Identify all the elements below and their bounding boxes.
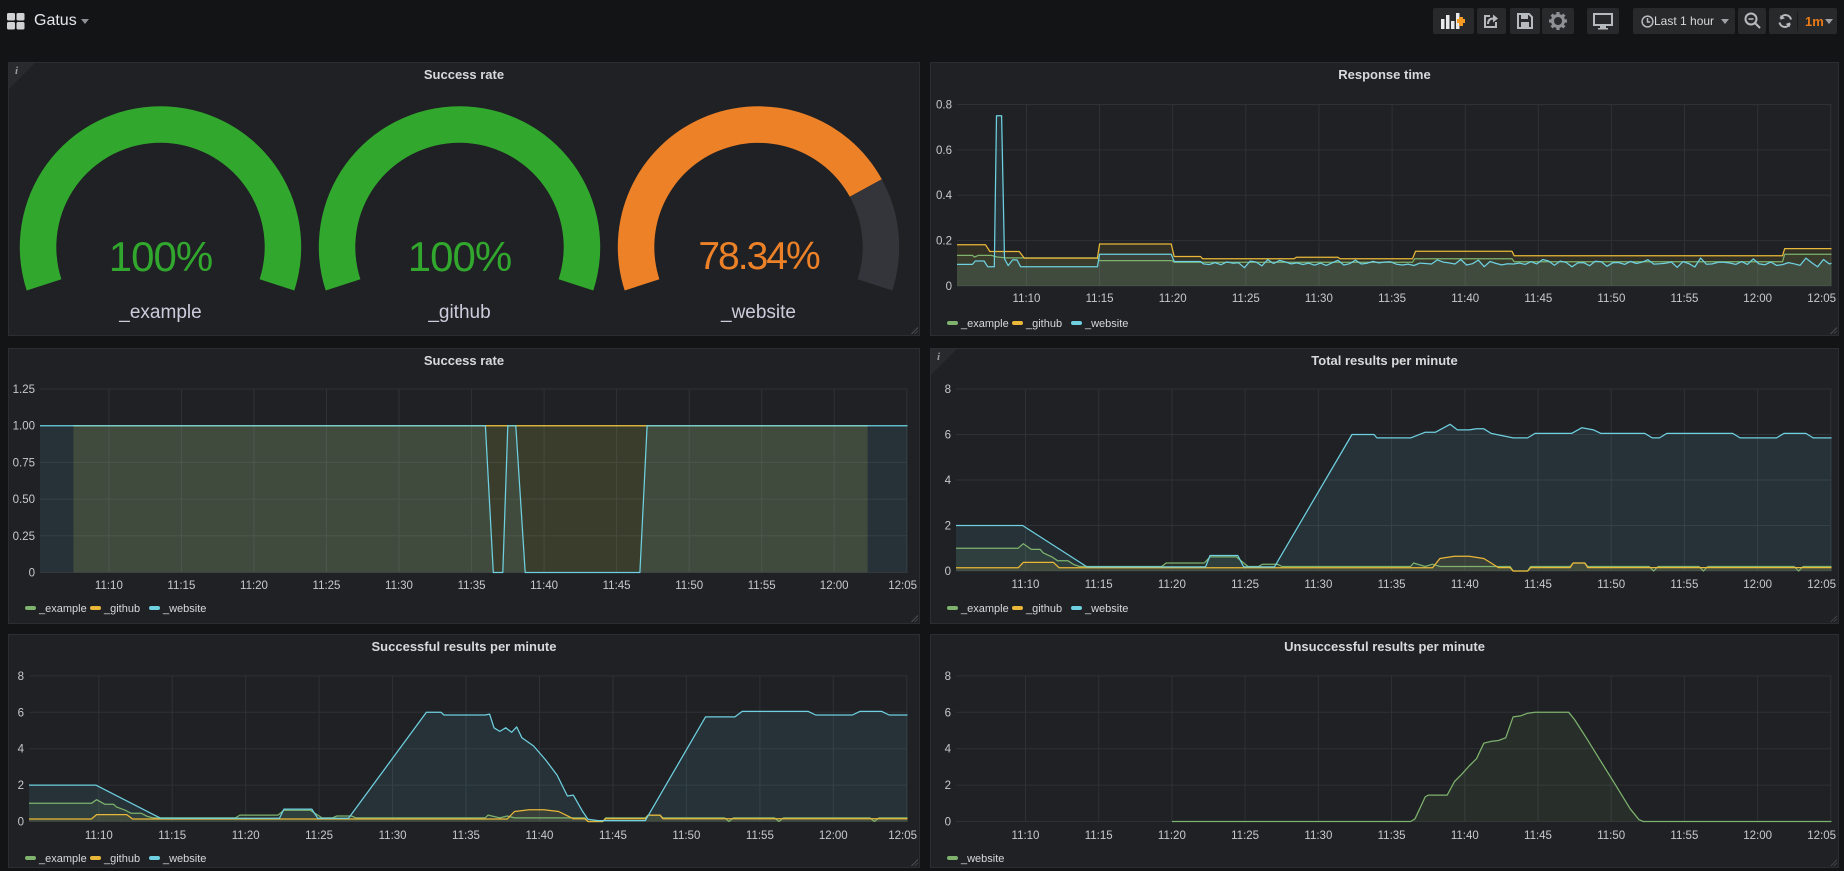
svg-text:0.8: 0.8: [936, 100, 952, 112]
svg-text:11:45: 11:45: [1524, 293, 1552, 305]
svg-text:6: 6: [945, 707, 951, 719]
svg-text:11:10: 11:10: [95, 580, 123, 592]
svg-text:_example: _example: [38, 853, 87, 865]
svg-text:11:40: 11:40: [1451, 579, 1479, 591]
svg-text:11:10: 11:10: [85, 830, 113, 842]
svg-text:11:15: 11:15: [158, 830, 186, 842]
svg-text:_website: _website: [960, 853, 1004, 865]
svg-text:6: 6: [18, 707, 24, 719]
svg-text:1.00: 1.00: [13, 421, 35, 433]
svg-text:11:20: 11:20: [1158, 830, 1186, 842]
svg-text:2: 2: [945, 521, 951, 533]
svg-text:0.75: 0.75: [13, 457, 35, 469]
svg-text:_website: _website: [1084, 318, 1128, 330]
svg-text:11:10: 11:10: [1012, 830, 1040, 842]
svg-text:11:55: 11:55: [1670, 830, 1698, 842]
svg-text:12:05: 12:05: [1807, 579, 1836, 591]
svg-text:11:30: 11:30: [1305, 293, 1333, 305]
svg-text:11:10: 11:10: [1013, 293, 1041, 305]
svg-text:11:20: 11:20: [1158, 579, 1186, 591]
svg-text:11:50: 11:50: [1597, 579, 1625, 591]
svg-text:11:55: 11:55: [746, 830, 774, 842]
svg-text:_example: _example: [960, 318, 1009, 330]
svg-text:_github: _github: [103, 603, 140, 615]
svg-text:11:35: 11:35: [1378, 579, 1406, 591]
svg-text:0.50: 0.50: [13, 494, 35, 506]
svg-text:4: 4: [18, 744, 25, 756]
svg-text:11:50: 11:50: [1597, 293, 1625, 305]
svg-text:11:55: 11:55: [748, 580, 776, 592]
svg-text:_example: _example: [960, 603, 1009, 615]
svg-text:2: 2: [945, 780, 951, 792]
svg-text:_website: _website: [162, 603, 206, 615]
svg-text:11:30: 11:30: [379, 830, 407, 842]
svg-text:2: 2: [18, 780, 24, 792]
svg-text:11:20: 11:20: [232, 830, 260, 842]
svg-text:0: 0: [945, 817, 951, 829]
svg-text:12:05: 12:05: [1807, 830, 1836, 842]
svg-text:11:15: 11:15: [1085, 579, 1113, 591]
svg-text:11:30: 11:30: [1304, 579, 1332, 591]
svg-text:0: 0: [945, 566, 951, 578]
svg-text:12:00: 12:00: [819, 830, 848, 842]
svg-text:11:25: 11:25: [313, 580, 341, 592]
svg-text:4: 4: [945, 744, 952, 756]
svg-text:11:25: 11:25: [1231, 830, 1259, 842]
svg-text:11:45: 11:45: [599, 830, 627, 842]
svg-text:_example: _example: [38, 603, 87, 615]
svg-text:11:25: 11:25: [1231, 579, 1259, 591]
svg-text:11:20: 11:20: [240, 580, 268, 592]
svg-text:11:45: 11:45: [1524, 579, 1552, 591]
svg-text:12:00: 12:00: [1743, 579, 1772, 591]
svg-text:12:00: 12:00: [1743, 830, 1772, 842]
svg-text:8: 8: [18, 671, 24, 683]
svg-text:_website: _website: [1084, 603, 1128, 615]
svg-text:12:05: 12:05: [888, 830, 917, 842]
svg-text:12:00: 12:00: [1743, 293, 1772, 305]
svg-text:11:15: 11:15: [1085, 830, 1113, 842]
svg-text:12:05: 12:05: [888, 580, 917, 592]
svg-text:12:05: 12:05: [1807, 293, 1836, 305]
svg-text:11:45: 11:45: [603, 580, 631, 592]
svg-text:8: 8: [945, 384, 951, 396]
svg-text:12:00: 12:00: [820, 580, 849, 592]
svg-text:11:55: 11:55: [1670, 579, 1698, 591]
svg-text:0.6: 0.6: [936, 145, 952, 157]
svg-text:11:15: 11:15: [167, 580, 195, 592]
svg-text:_github: _github: [103, 853, 140, 865]
svg-text:11:45: 11:45: [1524, 830, 1552, 842]
svg-text:_github: _github: [1025, 318, 1062, 330]
svg-text:11:50: 11:50: [672, 830, 700, 842]
svg-text:0.25: 0.25: [13, 531, 35, 543]
svg-text:11:50: 11:50: [675, 580, 703, 592]
svg-text:11:35: 11:35: [1378, 293, 1406, 305]
svg-text:11:35: 11:35: [452, 830, 480, 842]
svg-text:_website: _website: [162, 853, 206, 865]
svg-text:11:25: 11:25: [1232, 293, 1260, 305]
svg-text:11:20: 11:20: [1159, 293, 1187, 305]
svg-text:8: 8: [945, 671, 951, 683]
svg-text:11:40: 11:40: [1451, 293, 1479, 305]
svg-text:0.2: 0.2: [936, 236, 952, 248]
svg-text:6: 6: [945, 430, 951, 442]
svg-text:11:35: 11:35: [1378, 830, 1406, 842]
svg-text:11:40: 11:40: [530, 580, 558, 592]
svg-text:1.25: 1.25: [13, 384, 35, 396]
svg-text:11:25: 11:25: [305, 830, 333, 842]
svg-text:4: 4: [945, 475, 952, 487]
svg-text:0: 0: [946, 281, 952, 293]
svg-text:11:15: 11:15: [1086, 293, 1114, 305]
svg-text:11:55: 11:55: [1671, 293, 1699, 305]
svg-text:11:50: 11:50: [1597, 830, 1625, 842]
svg-text:0: 0: [18, 817, 24, 829]
svg-text:0: 0: [29, 568, 35, 580]
svg-text:11:30: 11:30: [1304, 830, 1332, 842]
svg-text:11:35: 11:35: [458, 580, 486, 592]
svg-text:11:40: 11:40: [526, 830, 554, 842]
svg-text:11:30: 11:30: [385, 580, 413, 592]
svg-text:_github: _github: [1025, 603, 1062, 615]
svg-text:11:40: 11:40: [1451, 830, 1479, 842]
svg-text:11:10: 11:10: [1012, 579, 1040, 591]
svg-text:0.4: 0.4: [936, 190, 953, 202]
